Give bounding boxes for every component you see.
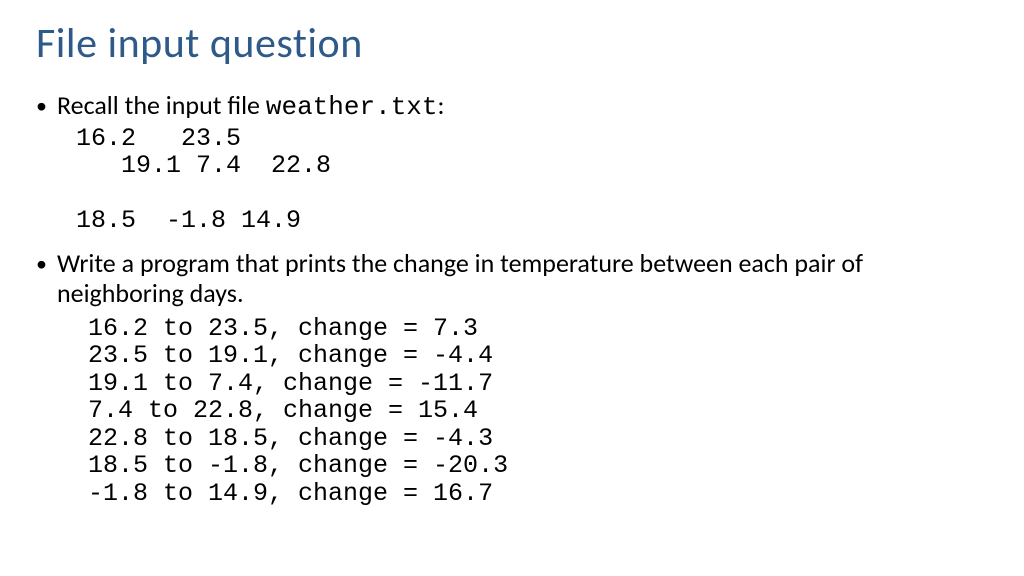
bullet1-suffix: :: [438, 89, 445, 121]
bullet-text-1: Recall the input file weather.txt:: [57, 91, 988, 123]
bullet-item-2: • Write a program that prints the change…: [36, 249, 988, 309]
bullet-item-1: • Recall the input file weather.txt:: [36, 91, 988, 123]
bullet1-prefix: Recall the input file: [57, 89, 266, 121]
bullet1-filename: weather.txt: [266, 92, 438, 122]
slide-title: File input question: [36, 18, 988, 69]
input-file-content: 16.2 23.5 19.1 7.4 22.8 18.5 -1.8 14.9: [76, 125, 988, 235]
bullet-marker: •: [36, 249, 47, 280]
output-content: 16.2 to 23.5, change = 7.3 23.5 to 19.1,…: [88, 315, 988, 508]
bullet-text-2: Write a program that prints the change i…: [57, 249, 988, 309]
bullet-marker: •: [36, 91, 47, 122]
